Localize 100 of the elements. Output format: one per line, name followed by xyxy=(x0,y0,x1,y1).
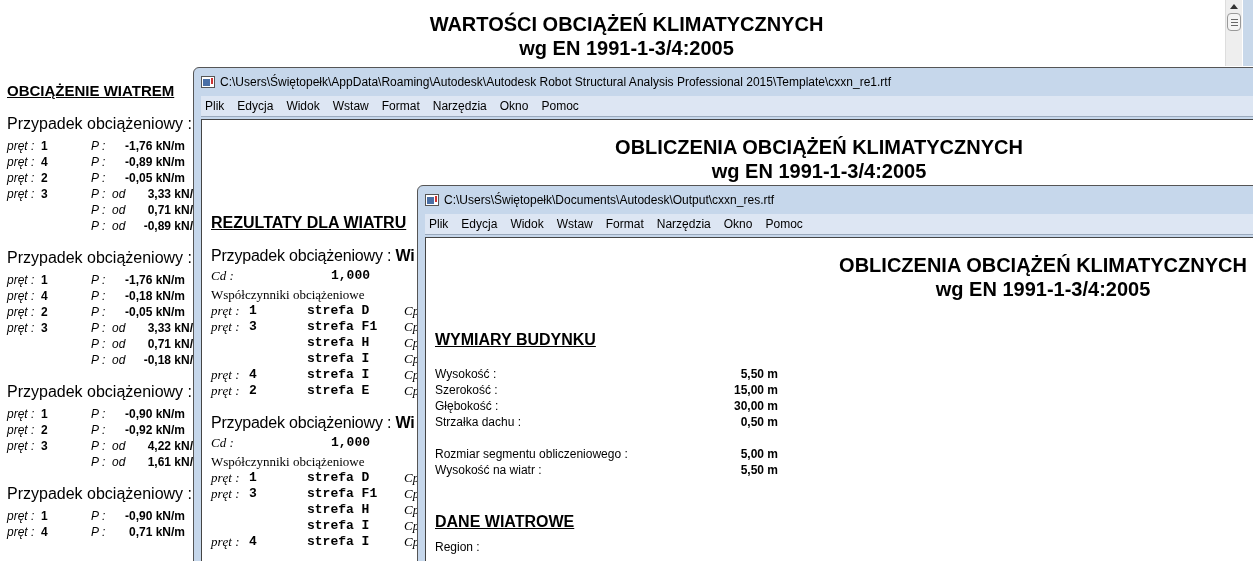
menu-item[interactable]: Pomoc xyxy=(765,215,803,233)
document-title: OBLICZENIA OBCIĄŻEŃ KLIMATYCZNYCH xyxy=(839,253,1247,277)
member-number: 2 xyxy=(249,382,257,401)
load-value: -0,89 kN/ xyxy=(143,219,193,233)
window-icon[interactable] xyxy=(201,76,215,88)
section-heading: WYMIARY BUDYNKU xyxy=(435,330,596,349)
section-heading: REZULTATY DLA WIATRU xyxy=(211,213,407,232)
member-number: 3 xyxy=(41,439,48,453)
scrollbar-thumb[interactable] xyxy=(1227,13,1241,31)
menu-item[interactable]: Format xyxy=(381,97,420,115)
menu-item[interactable]: Wstaw xyxy=(332,97,369,115)
load-case-label: Przypadek obciążeniowy : Wi xyxy=(211,413,415,432)
load-value: -0,92 kN/m xyxy=(124,423,186,437)
field-value: 5,50 m xyxy=(739,366,778,383)
field-value: 15,00 m xyxy=(732,382,778,399)
menu-item[interactable]: Edycja xyxy=(461,215,498,233)
member-number: 1 xyxy=(249,469,257,488)
menu-item[interactable]: Plik xyxy=(205,97,225,115)
zone-label: strefa D xyxy=(307,302,371,321)
load-qualifier: od xyxy=(112,455,126,469)
load-value: -1,76 kN/m xyxy=(124,273,186,287)
field-label: Region : xyxy=(435,539,481,556)
load-label: P : xyxy=(91,509,107,523)
load-label: P : xyxy=(91,525,107,539)
window-title: C:\Users\Świętopełk\AppData\Roaming\Autodesk\Autodesk Robot Structural Analysis Professional 2015\Template\cxxn_re1.rtf xyxy=(220,73,891,91)
load-value: -0,18 kN/ xyxy=(143,353,193,367)
field-label: Wysokość na wiatr : xyxy=(435,462,543,479)
member-label: pręt : xyxy=(211,469,241,488)
member-label: pręt : xyxy=(7,187,36,201)
load-label: P : xyxy=(91,455,107,469)
load-value: 3,33 kN/ xyxy=(147,187,193,201)
document-title: OBLICZENIA OBCIĄŻEŃ KLIMATYCZNYCH xyxy=(615,135,1023,159)
load-label: P : xyxy=(91,155,107,169)
menu-item[interactable]: Plik xyxy=(429,215,449,233)
field-value: 0,50 m xyxy=(739,414,778,431)
load-label: P : xyxy=(91,139,107,153)
field-label: Wysokość : xyxy=(435,366,498,383)
load-qualifier: od xyxy=(112,353,126,367)
member-number: 2 xyxy=(41,171,48,185)
load-label: P : xyxy=(91,187,107,201)
zone-label: strefa H xyxy=(307,334,371,353)
document-title: WARTOŚCI OBCIĄŻEŃ KLIMATYCZNYCH xyxy=(429,12,824,36)
load-label: P : xyxy=(91,203,107,217)
member-number: 1 xyxy=(41,139,48,153)
menu-item[interactable]: Narzędzia xyxy=(656,215,711,233)
member-number: 1 xyxy=(41,273,48,287)
load-label: P : xyxy=(91,219,107,233)
menu-item[interactable]: Pomoc xyxy=(541,97,579,115)
section-heading: DANE WIATROWE xyxy=(435,512,575,531)
field-label: Strzałka dachu : xyxy=(435,414,523,431)
section-heading: OBCIĄŻENIE WIATREM xyxy=(7,82,175,100)
menu-item[interactable]: Format xyxy=(605,215,644,233)
load-value: -1,76 kN/m xyxy=(124,139,186,153)
load-value: -0,90 kN/m xyxy=(124,509,186,523)
member-number: 4 xyxy=(41,289,48,303)
coefficient-label: Cd : xyxy=(211,267,235,286)
coefficient-label: Cd : xyxy=(211,434,235,453)
zone-label: strefa H xyxy=(307,501,371,520)
zone-label: strefa I xyxy=(307,366,371,385)
load-value: -0,05 kN/m xyxy=(124,171,186,185)
load-label: P : xyxy=(91,423,107,437)
load-label: P : xyxy=(91,407,107,421)
zone-label: strefa I xyxy=(307,533,371,552)
menu-item[interactable]: Widok xyxy=(510,215,544,233)
member-label: pręt : xyxy=(211,302,241,321)
member-label: pręt : xyxy=(7,321,36,335)
window-icon[interactable] xyxy=(425,194,439,206)
load-case-label: Przypadek obciążeniowy : xyxy=(7,114,192,133)
menu-item[interactable]: Edycja xyxy=(237,97,274,115)
member-label: pręt : xyxy=(7,171,36,185)
menu-item[interactable]: Widok xyxy=(286,97,320,115)
load-value: -0,18 kN/m xyxy=(124,289,186,303)
load-value: 0,71 kN/m xyxy=(128,525,186,539)
member-number: 3 xyxy=(41,321,48,335)
scroll-up-icon[interactable] xyxy=(1230,4,1238,9)
load-label: P : xyxy=(91,273,107,287)
scrollbar[interactable] xyxy=(1225,0,1242,66)
member-label: pręt : xyxy=(7,289,36,303)
subheading: Współczynniki obciążeniowe xyxy=(211,454,365,470)
document-title: wg EN 1991-1-3/4:2005 xyxy=(711,159,927,183)
member-label: pręt : xyxy=(7,509,36,523)
member-label: pręt : xyxy=(211,485,241,504)
subheading: Współczynniki obciążeniowe xyxy=(211,287,365,303)
field-value: 30,00 m xyxy=(732,398,778,415)
member-number: 3 xyxy=(249,485,257,504)
load-value: -0,90 kN/m xyxy=(124,407,186,421)
load-case-label: Przypadek obciążeniowy : xyxy=(7,248,192,267)
load-label: P : xyxy=(91,289,107,303)
load-qualifier: od xyxy=(112,439,126,453)
zone-label: strefa I xyxy=(307,517,371,536)
menu-item[interactable]: Okno xyxy=(499,97,529,115)
field-value: 5,50 m xyxy=(739,462,778,479)
member-number: 4 xyxy=(249,533,257,552)
member-label: pręt : xyxy=(7,139,36,153)
field-label: Szerokość : xyxy=(435,382,499,399)
member-number: 1 xyxy=(41,407,48,421)
load-qualifier: od xyxy=(112,337,126,351)
menu-item[interactable]: Okno xyxy=(723,215,753,233)
menu-item[interactable]: Wstaw xyxy=(556,215,593,233)
menu-item[interactable]: Narzędzia xyxy=(432,97,487,115)
